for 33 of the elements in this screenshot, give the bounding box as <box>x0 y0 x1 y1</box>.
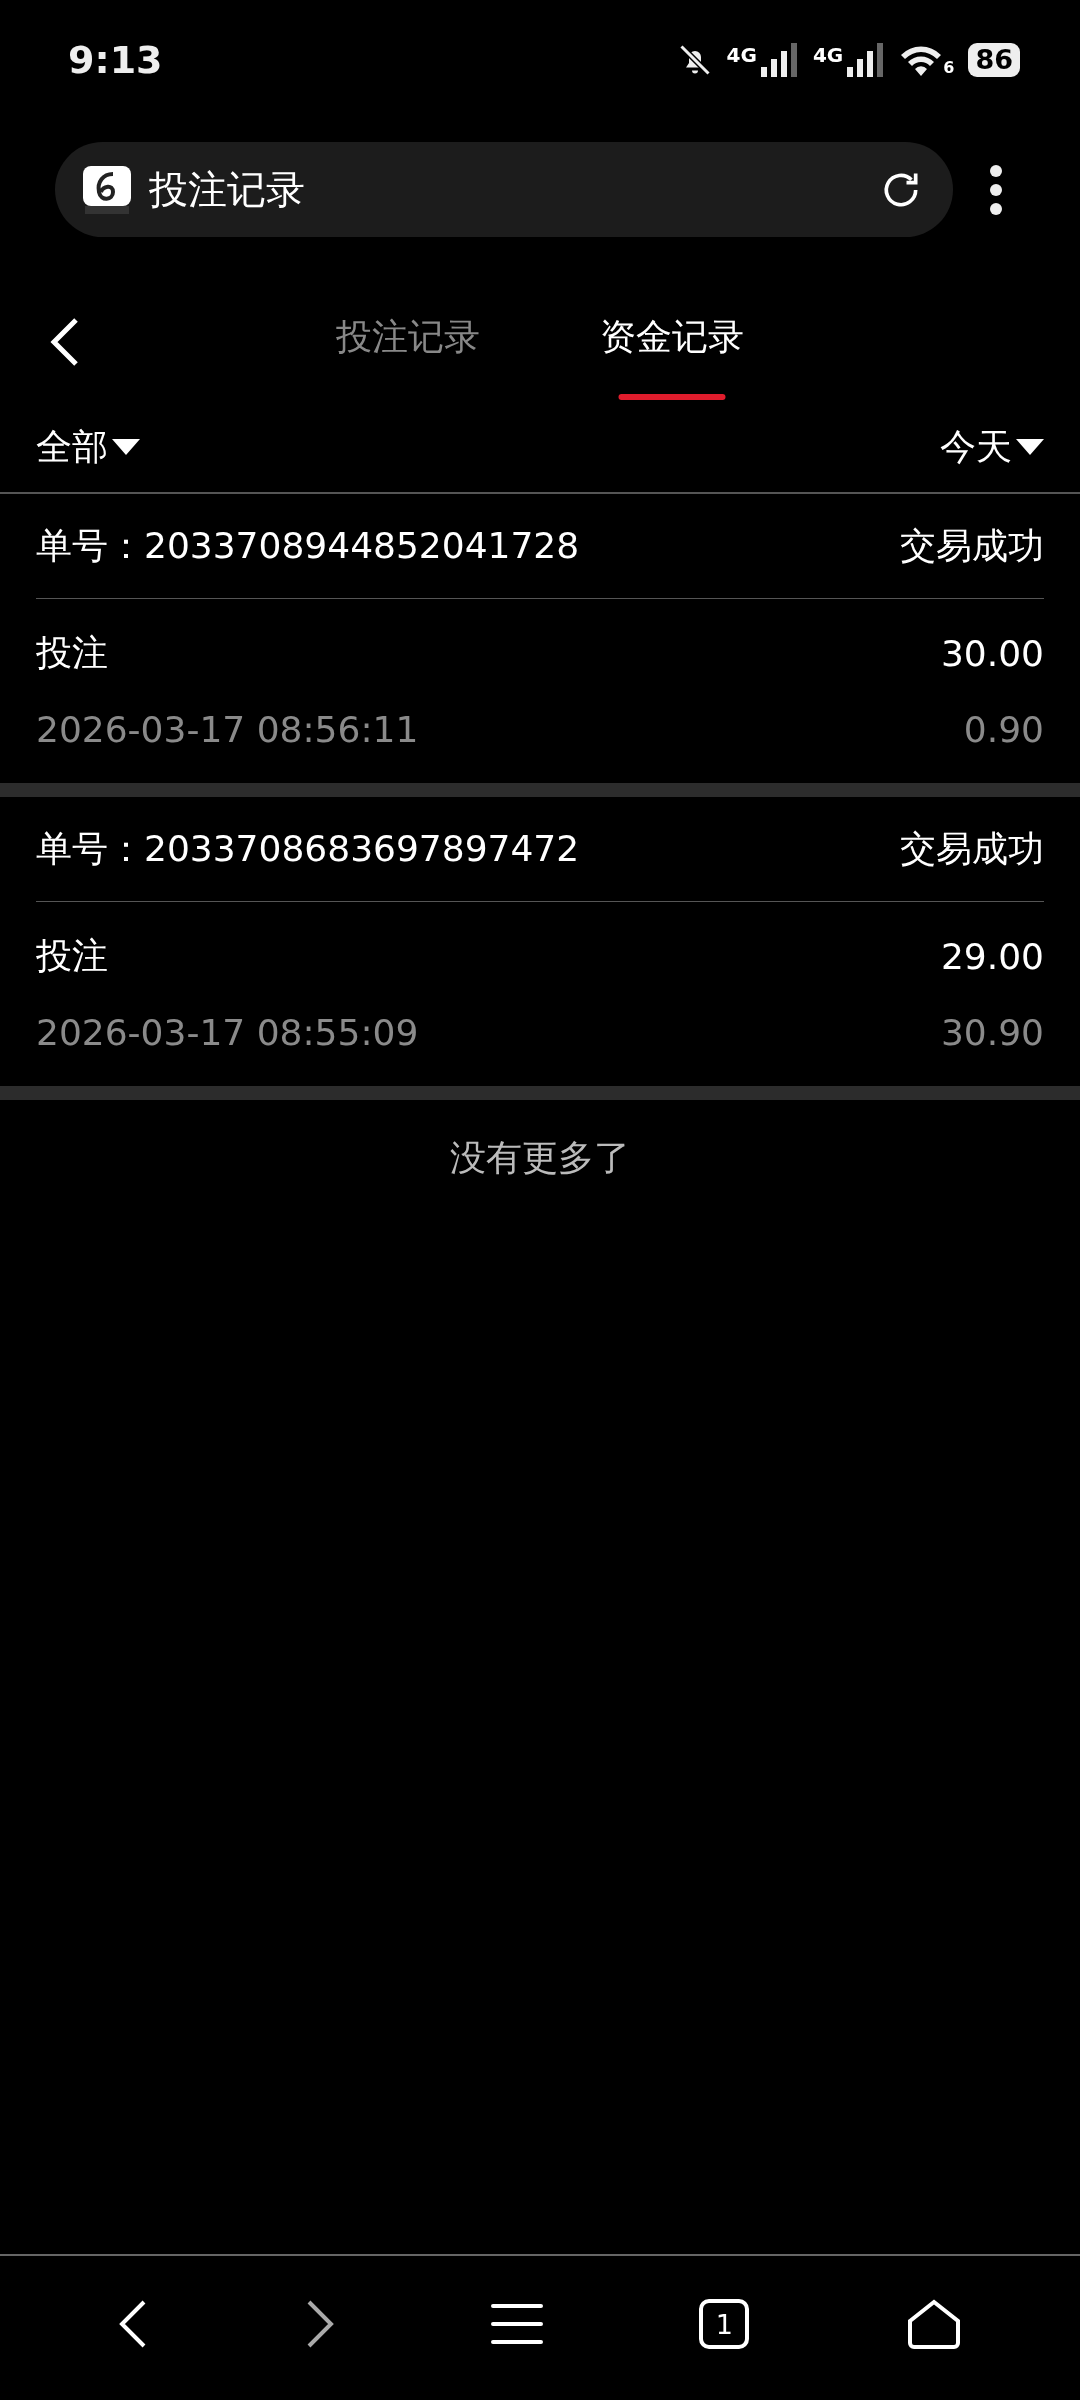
order-number: 单号：2033708944852041728 <box>36 523 580 568</box>
tab[interactable]: 投注记录 <box>336 292 480 388</box>
signal-icon <box>845 43 886 77</box>
transaction-status: 交易成功 <box>900 826 1044 871</box>
tab-count-button[interactable]: 1 <box>699 2299 750 2349</box>
date-filter[interactable]: 今天 <box>940 422 1044 472</box>
tab[interactable]: 资金记录 <box>600 292 744 388</box>
address-bar[interactable]: 投注记录 <box>55 142 953 237</box>
transaction-status: 交易成功 <box>900 523 1044 568</box>
page-title: 投注记录 <box>149 165 306 214</box>
home-icon[interactable] <box>905 2299 962 2349</box>
transaction-time: 2026-03-17 08:56:11 <box>36 708 419 750</box>
end-of-list-note: 没有更多了 <box>450 1137 630 1178</box>
caret-icon <box>112 439 140 455</box>
network-label: 4G <box>812 43 844 67</box>
transaction-amount: 29.00 <box>940 935 1044 977</box>
order-number: 单号：2033708683697897472 <box>36 826 580 871</box>
transaction-type: 投注 <box>36 630 108 675</box>
balance: 0.90 <box>963 708 1044 750</box>
transaction-time: 2026-03-17 08:55:09 <box>36 1011 419 1053</box>
network-label: 4G <box>726 43 757 67</box>
transaction-type: 投注 <box>36 933 108 978</box>
signal-icon <box>758 43 799 77</box>
type-filter[interactable]: 全部 <box>36 422 140 472</box>
wifi-label: 6 <box>943 58 955 77</box>
transaction-amount: 30.00 <box>940 632 1044 674</box>
site-logo-icon <box>83 165 131 214</box>
caret-icon <box>1016 439 1044 455</box>
balance: 30.90 <box>940 1011 1044 1053</box>
menu-icon[interactable] <box>490 2302 543 2346</box>
battery-indicator: 86 <box>968 43 1020 77</box>
more-menu-icon[interactable] <box>989 163 1003 216</box>
status-time: 9:13 <box>68 38 163 82</box>
